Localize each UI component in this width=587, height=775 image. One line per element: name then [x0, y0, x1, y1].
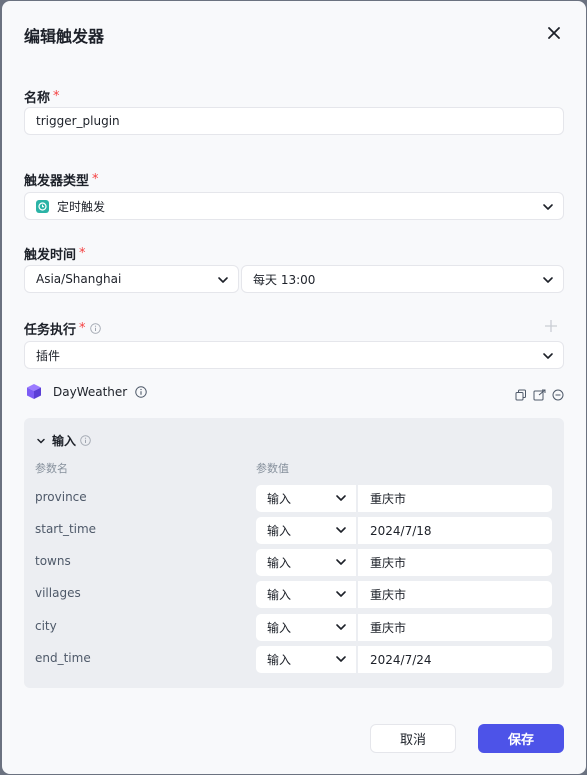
param-value-input[interactable]: 重庆市 [358, 581, 552, 608]
required-mark: * [79, 246, 86, 261]
input-section-toggle[interactable]: 输入 [36, 432, 91, 449]
required-mark: * [53, 89, 60, 104]
param-type-select[interactable]: 输入 [256, 549, 356, 576]
param-value: 重庆市 [370, 492, 407, 506]
name-label: 名称 * [24, 89, 60, 106]
plugin-actions [515, 389, 564, 401]
chevron-down-icon [543, 277, 553, 283]
param-value-input[interactable]: 重庆市 [358, 549, 552, 576]
param-type-value: 输入 [267, 653, 292, 667]
param-type-value: 输入 [267, 524, 292, 538]
param-value: 2024/7/24 [370, 652, 432, 667]
param-value-input[interactable]: 2024/7/24 [358, 646, 552, 673]
param-row: villages 输入 重庆市 [24, 580, 564, 608]
param-name: end_time [35, 651, 91, 665]
plugin-row: DayWeather [26, 383, 147, 400]
param-row: city 输入 重庆市 [24, 613, 564, 641]
schedule-value: 每天 13:00 [253, 272, 316, 287]
param-type-value: 输入 [267, 588, 292, 602]
param-row: start_time 输入 2024/7/18 [24, 516, 564, 544]
param-type-select[interactable]: 输入 [256, 614, 356, 641]
param-type-select[interactable]: 输入 [256, 581, 356, 608]
param-row: province 输入 重庆市 [24, 484, 564, 512]
chevron-down-icon [218, 277, 228, 283]
cube-icon [27, 384, 41, 399]
plugin-name: DayWeather [53, 384, 128, 399]
trigger-type-label: 触发器类型 * [24, 172, 99, 189]
param-value-input[interactable]: 重庆市 [358, 614, 552, 641]
chevron-down-icon [336, 495, 346, 501]
chevron-down-icon [37, 438, 45, 444]
chevron-down-icon [336, 527, 346, 533]
param-name: province [35, 490, 87, 504]
add-icon[interactable] [544, 319, 558, 333]
save-button[interactable]: 保存 [478, 724, 564, 753]
trigger-type-value: 定时触发 [57, 199, 106, 214]
task-label: 任务执行 * [24, 319, 101, 338]
param-name: city [35, 619, 57, 633]
param-type-value: 输入 [267, 556, 292, 570]
param-name: villages [35, 586, 81, 600]
param-value: 重庆市 [370, 588, 407, 602]
info-icon[interactable] [89, 323, 101, 334]
required-mark: * [92, 172, 99, 187]
param-value: 2024/7/18 [370, 523, 432, 538]
copy-icon[interactable] [515, 389, 527, 401]
close-button[interactable] [544, 23, 564, 43]
param-type-select[interactable]: 输入 [256, 646, 356, 673]
cancel-button[interactable]: 取消 [370, 724, 456, 753]
param-value-input[interactable]: 重庆市 [358, 485, 552, 512]
chevron-down-icon [336, 591, 346, 597]
timezone-select[interactable]: Asia/Shanghai [24, 265, 239, 293]
param-value: 重庆市 [370, 556, 407, 570]
chevron-down-icon [336, 624, 346, 630]
param-name: start_time [35, 522, 97, 536]
remove-icon[interactable] [552, 389, 564, 401]
param-name: towns [35, 554, 71, 568]
dialog-title: 编辑触发器 [24, 27, 105, 46]
input-params-panel: 输入 参数名 参数值 province 输入 重庆市 start_time 输入 2024… [24, 418, 564, 688]
info-icon[interactable] [135, 385, 147, 398]
param-row: end_time 输入 2024/7/24 [24, 645, 564, 673]
chevron-down-icon [543, 204, 553, 210]
param-type-value: 输入 [267, 621, 292, 635]
export-icon[interactable] [533, 389, 546, 401]
task-value: 插件 [36, 348, 61, 363]
chevron-down-icon [336, 559, 346, 565]
task-select[interactable]: 插件 [24, 341, 564, 369]
schedule-select[interactable]: 每天 13:00 [241, 265, 564, 293]
trigger-time-label: 触发时间 * [24, 246, 86, 263]
clock-icon [36, 199, 49, 213]
column-header-name: 参数名 [35, 462, 68, 475]
info-icon[interactable] [80, 435, 91, 446]
trigger-type-select[interactable]: 定时触发 [24, 192, 564, 220]
name-input[interactable]: trigger_plugin [24, 107, 564, 135]
required-mark: * [79, 321, 86, 336]
close-icon [548, 27, 560, 39]
chevron-down-icon [336, 656, 346, 662]
chevron-down-icon [543, 353, 553, 359]
param-type-select[interactable]: 输入 [256, 485, 356, 512]
param-value: 重庆市 [370, 621, 407, 635]
param-value-input[interactable]: 2024/7/18 [358, 517, 552, 544]
name-input-value: trigger_plugin [36, 114, 120, 128]
timezone-value: Asia/Shanghai [36, 272, 122, 286]
param-row: towns 输入 重庆市 [24, 548, 564, 576]
edit-trigger-dialog: 编辑触发器 名称 * trigger_plugin 触发器类型 * 定时触发 触… [2, 1, 586, 774]
param-type-select[interactable]: 输入 [256, 517, 356, 544]
param-type-value: 输入 [267, 492, 292, 506]
column-header-value: 参数值 [256, 462, 289, 475]
input-section-title: 输入 [52, 434, 77, 448]
